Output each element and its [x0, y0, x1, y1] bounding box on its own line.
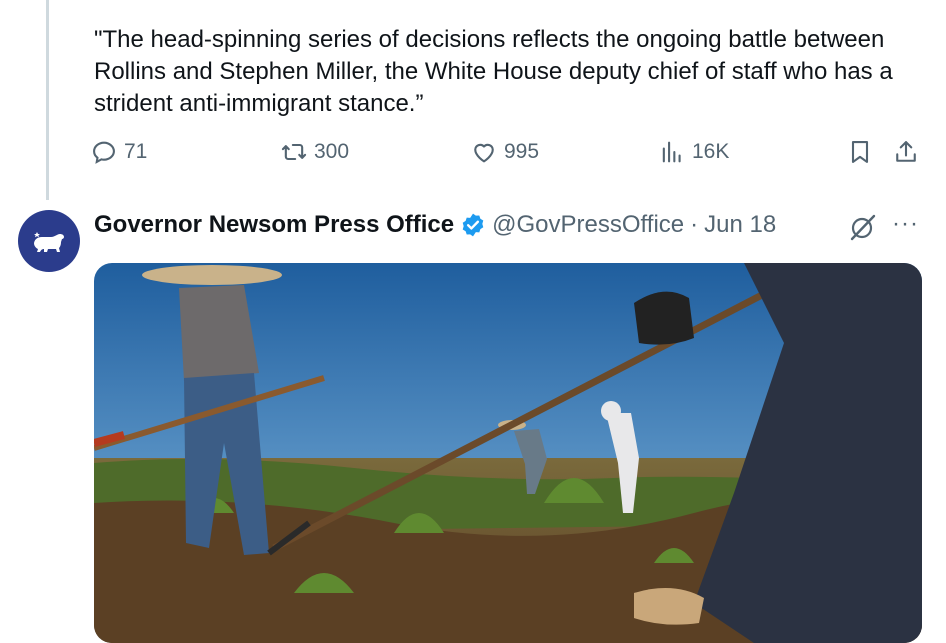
like-count: 995 [504, 140, 540, 163]
views-button[interactable]: 16K [658, 138, 729, 166]
share-button[interactable] [892, 138, 920, 166]
header-separator: · [690, 211, 699, 238]
like-icon [474, 143, 494, 163]
farmworkers-photo [94, 263, 922, 643]
tweet-media-photo[interactable] [94, 263, 922, 643]
views-icon [662, 141, 681, 163]
thread-connector-line [46, 0, 49, 200]
repost-button[interactable]: 300 [280, 138, 349, 166]
tweet-action-bar: 71 300 995 16K [90, 138, 930, 174]
reply-count: 71 [124, 140, 148, 163]
tweet-quote-text: "The head-spinning series of decisions r… [94, 26, 893, 117]
reply-button[interactable]: 71 [90, 138, 147, 166]
like-button[interactable]: 995 [470, 138, 539, 166]
more-options-button[interactable]: ··· [892, 210, 919, 238]
grok-icon[interactable] [848, 212, 878, 242]
views-count: 16K [692, 140, 730, 163]
author-avatar[interactable] [18, 210, 80, 272]
tweet-header: Governor Newsom Press Office @GovPressOf… [94, 208, 776, 242]
bookmark-button[interactable] [846, 138, 874, 166]
bookmark-icon [851, 141, 869, 163]
author-handle[interactable]: @GovPressOffice [492, 211, 684, 239]
tweet-date[interactable]: Jun 18 [704, 211, 776, 239]
author-name[interactable]: Governor Newsom Press Office [94, 211, 454, 239]
bear-logo-icon [34, 232, 64, 252]
reply-icon [93, 141, 115, 164]
share-icon [896, 141, 916, 162]
verified-badge-icon [462, 213, 484, 237]
repost-icon [281, 143, 307, 161]
repost-count: 300 [314, 140, 350, 163]
